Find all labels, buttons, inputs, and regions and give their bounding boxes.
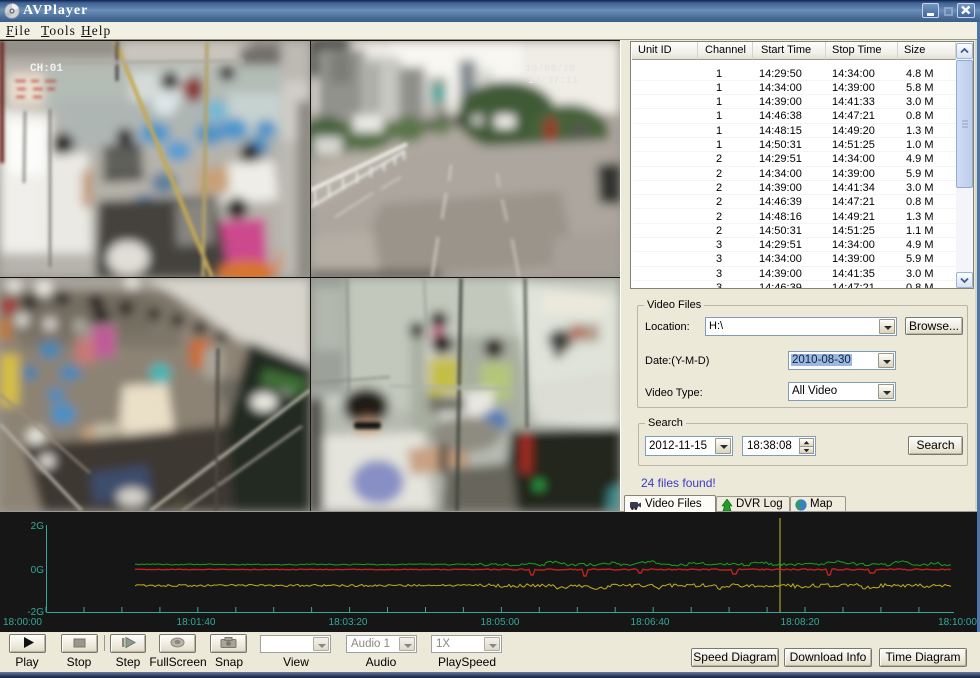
svg-text:18:00:00: 18:00:00 — [3, 617, 42, 628]
svg-text:18:05:00: 18:05:00 — [481, 617, 520, 628]
svg-text:10/08/30: 10/08/30 — [525, 63, 575, 75]
svg-text:CH:01: CH:01 — [30, 63, 63, 75]
svg-text:18:06:40: 18:06:40 — [631, 617, 670, 628]
svg-text:14:37:11: 14:37:11 — [528, 75, 578, 87]
svg-text:18:03:20: 18:03:20 — [329, 617, 368, 628]
svg-text:18:01:40: 18:01:40 — [177, 617, 216, 628]
svg-text:18:10:00: 18:10:00 — [938, 617, 977, 628]
svg-text:2G: 2G — [31, 521, 45, 532]
svg-text:0G: 0G — [31, 565, 45, 576]
svg-text:18:08:20: 18:08:20 — [781, 617, 820, 628]
